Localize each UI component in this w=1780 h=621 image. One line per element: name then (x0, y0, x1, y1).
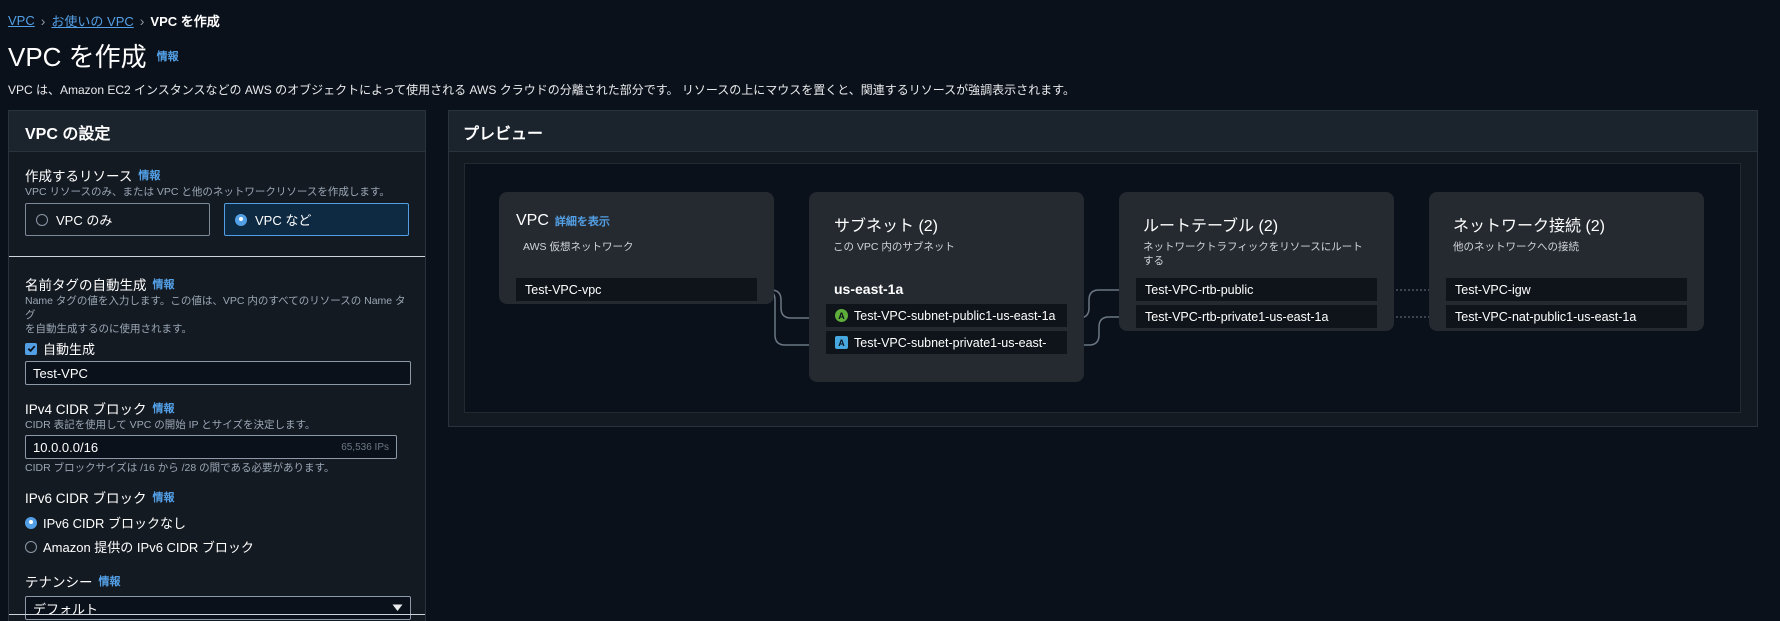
ipv6-info-link[interactable]: 情報 (153, 489, 175, 505)
section-divider (9, 614, 425, 615)
private-subnet-icon: A (835, 336, 848, 349)
breadcrumb: VPC › お使いの VPC › VPC を作成 (8, 11, 220, 30)
ipv4-label-text: IPv4 CIDR ブロック (25, 402, 147, 417)
radio-off-icon (25, 540, 37, 553)
page-description: VPC は、Amazon EC2 インスタンスなどの AWS のオブジェクトによ… (8, 83, 1075, 97)
tenancy-label: テナンシー 情報 (25, 571, 409, 591)
radio-on-icon (235, 213, 247, 226)
ipv4-info-link[interactable]: 情報 (153, 400, 175, 416)
ipv4-ip-count: 65,536 IPs (341, 441, 389, 453)
name-tag-label: 名前タグの自動生成 情報 (25, 274, 409, 294)
name-tag-input-value: Test-VPC (33, 365, 88, 381)
ipv4-section: IPv4 CIDR ブロック 情報 CIDR 表記を使用して VPC の開始 I… (9, 385, 425, 475)
vpc-settings-panel: VPC の設定 作成するリソース 情報 VPC リソースのみ、または VPC と… (8, 110, 426, 621)
ipv4-cidr-value: 10.0.0.0/16 (33, 439, 99, 455)
resources-label-text: 作成するリソース (25, 169, 133, 184)
vpc-card-title: VPC 詳細を表示 (516, 212, 610, 230)
page-info-link[interactable]: 情報 (157, 48, 179, 64)
breadcrumb-vpc-link[interactable]: VPC (8, 13, 35, 28)
radio-on-icon (25, 516, 37, 529)
checkbox-checked-icon[interactable] (25, 342, 37, 355)
resources-tiles: VPC のみ VPC など (25, 203, 409, 236)
ipv6-label-text: IPv6 CIDR ブロック (25, 491, 147, 506)
preview-header: プレビュー (449, 111, 1757, 152)
tenancy-select[interactable]: デフォルト (25, 596, 411, 620)
tile-vpc-only-label: VPC のみ (56, 213, 113, 228)
vpc-card-title-text: VPC (516, 212, 549, 229)
ipv6-option-amazon[interactable]: Amazon 提供の IPv6 CIDR ブロック (25, 537, 409, 556)
page-title-text: VPC を作成 (8, 42, 147, 72)
radio-off-icon (36, 213, 48, 226)
subnets-card-title: サブネット (2) (834, 218, 939, 235)
ipv6-label: IPv6 CIDR ブロック 情報 (25, 487, 409, 507)
name-tag-desc-1: Name タグの値を入力します。この値は、VPC 内のすべてのリソースの Nam… (25, 295, 406, 321)
route-table-public-item[interactable]: Test-VPC-rtb-public (1136, 278, 1377, 301)
vpc-card-subtitle: AWS 仮想ネットワーク (523, 241, 634, 253)
preview-canvas: VPC 詳細を表示 AWS 仮想ネットワーク Test-VPC-vpc サブネッ… (464, 163, 1741, 413)
name-tag-label-text: 名前タグの自動生成 (25, 278, 147, 293)
route-tables-subtitle-1: ネットワークトラフィックをリソースにルート (1143, 241, 1363, 253)
route-table-private-item[interactable]: Test-VPC-rtb-private1-us-east-1a (1136, 305, 1377, 328)
resources-info-link[interactable]: 情報 (138, 167, 160, 183)
availability-zone-label: us-east-1a (834, 281, 904, 297)
tile-vpc-only[interactable]: VPC のみ (25, 203, 210, 236)
ipv6-option-amazon-label: Amazon 提供の IPv6 CIDR ブロック (43, 540, 254, 555)
network-card-subtitle: 他のネットワークへの接続 (1453, 241, 1579, 253)
ipv6-section: IPv6 CIDR ブロック 情報 IPv6 CIDR ブロックなし Amazo… (9, 475, 425, 556)
ipv6-option-none[interactable]: IPv6 CIDR ブロックなし (25, 513, 409, 532)
subnets-card-subtitle: この VPC 内のサブネット (833, 241, 955, 253)
breadcrumb-current: VPC を作成 (150, 14, 220, 29)
tenancy-label-text: テナンシー (25, 575, 93, 590)
route-tables-subtitle-2: する (1143, 255, 1164, 267)
tile-vpc-and-more-label: VPC など (255, 213, 312, 228)
resources-section: 作成するリソース 情報 VPC リソースのみ、または VPC と他のネットワーク… (9, 152, 425, 256)
breadcrumb-your-vpcs-link[interactable]: お使いの VPC (51, 11, 133, 30)
route-tables-card: ルートテーブル (2) ネットワークトラフィックをリソースにルート する Tes… (1119, 192, 1394, 331)
route-tables-card-title: ルートテーブル (2) (1143, 218, 1279, 235)
ipv4-cidr-input[interactable]: 10.0.0.0/16 65,536 IPs (25, 435, 397, 459)
internet-gateway-item[interactable]: Test-VPC-igw (1446, 278, 1687, 301)
resources-desc: VPC リソースのみ、または VPC と他のネットワークリソースを作成します。 (25, 186, 390, 198)
name-tag-desc-2: を自動生成するのに使用されます。 (25, 323, 192, 335)
public-subnet-icon: A (835, 309, 848, 322)
vpc-settings-header: VPC の設定 (9, 111, 425, 152)
subnets-card: サブネット (2) この VPC 内のサブネット us-east-1a A Te… (809, 192, 1084, 382)
vpc-resource-item[interactable]: Test-VPC-vpc (516, 278, 757, 301)
network-connections-card: ネットワーク接続 (2) 他のネットワークへの接続 Test-VPC-igw T… (1429, 192, 1704, 331)
caret-down-icon (392, 604, 403, 611)
chevron-right-icon: › (139, 12, 145, 29)
subnet-private-name: Test-VPC-subnet-private1-us-east- (854, 335, 1047, 350)
preview-panel: プレビュー VPC 詳細を表示 AWS 仮想ネットワーク Test-VPC-vp… (448, 110, 1758, 427)
subnet-public-item[interactable]: A Test-VPC-subnet-public1-us-east-1a (826, 304, 1067, 327)
ipv4-hint: CIDR ブロックサイズは /16 から /28 の間である必要があります。 (25, 462, 335, 474)
auto-generate-checkbox-row[interactable]: 自動生成 (25, 339, 409, 358)
auto-generate-label: 自動生成 (43, 342, 96, 357)
chevron-right-icon: › (40, 12, 46, 29)
name-tag-section: 名前タグの自動生成 情報 Name タグの値を入力します。この値は、VPC 内の… (9, 257, 425, 385)
vpc-card: VPC 詳細を表示 AWS 仮想ネットワーク Test-VPC-vpc (499, 192, 774, 304)
tenancy-info-link[interactable]: 情報 (99, 573, 121, 589)
vpc-details-link[interactable]: 詳細を表示 (555, 213, 610, 229)
subnet-public-name: Test-VPC-subnet-public1-us-east-1a (854, 308, 1056, 323)
tenancy-section: テナンシー 情報 デフォルト (9, 556, 425, 620)
ipv6-option-none-label: IPv6 CIDR ブロックなし (43, 516, 187, 531)
subnet-private-item[interactable]: A Test-VPC-subnet-private1-us-east- (826, 331, 1067, 354)
tile-vpc-and-more[interactable]: VPC など (224, 203, 409, 236)
network-card-title: ネットワーク接続 (2) (1453, 218, 1606, 235)
ipv4-label: IPv4 CIDR ブロック 情報 (25, 398, 409, 418)
page-title: VPC を作成 情報 (8, 37, 179, 74)
nat-gateway-item[interactable]: Test-VPC-nat-public1-us-east-1a (1446, 305, 1687, 328)
name-tag-info-link[interactable]: 情報 (153, 276, 175, 292)
resources-label: 作成するリソース 情報 (25, 165, 409, 185)
name-tag-input[interactable]: Test-VPC (25, 361, 411, 385)
ipv4-desc: CIDR 表記を使用して VPC の開始 IP とサイズを決定します。 (25, 419, 316, 431)
